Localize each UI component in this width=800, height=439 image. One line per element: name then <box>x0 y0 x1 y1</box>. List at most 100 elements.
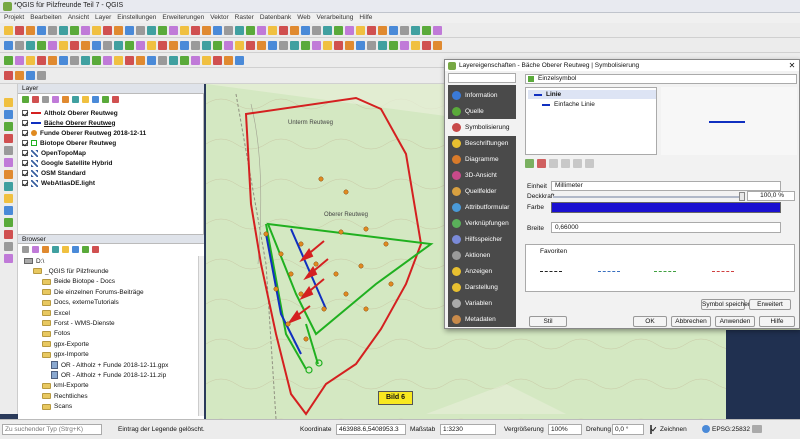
layer-visibility-checkbox[interactable] <box>22 140 28 146</box>
toolbar-tool-icon[interactable] <box>345 41 354 50</box>
crs-label[interactable]: EPSG:25832 <box>712 426 750 433</box>
toolbar-tool-icon[interactable] <box>70 56 79 65</box>
toolbar-tool-icon[interactable] <box>268 41 277 50</box>
layer-item[interactable]: Altholz Oberer Reutweg <box>22 108 118 118</box>
menu-einstellungen[interactable]: Einstellungen <box>117 13 156 23</box>
menu-bearbeiten[interactable]: Bearbeiten <box>30 13 61 23</box>
side-tool-icon[interactable] <box>4 158 13 167</box>
width-spinbox[interactable]: 0,66000 <box>551 222 781 233</box>
toolbar-tool-icon[interactable] <box>235 26 244 35</box>
toolbar-tool-icon[interactable] <box>59 26 68 35</box>
favorite-symbol[interactable] <box>540 271 562 272</box>
layer-visibility-checkbox[interactable] <box>22 130 28 136</box>
menu-verarbeitung[interactable]: Verarbeitung <box>317 13 354 23</box>
toolbar-tool-icon[interactable] <box>4 26 13 35</box>
layer-panel-tool-icon[interactable] <box>32 96 39 103</box>
apply-button[interactable]: Anwenden <box>715 316 755 327</box>
layer-item[interactable]: OSM Standard <box>22 168 86 178</box>
duplicate-icon[interactable] <box>561 159 570 168</box>
toolbar-tool-icon[interactable] <box>125 26 134 35</box>
toolbar-tool-icon[interactable] <box>81 56 90 65</box>
toolbar-tool-icon[interactable] <box>26 26 35 35</box>
toolbar-tool-icon[interactable] <box>70 41 79 50</box>
toolbar-tool-icon[interactable] <box>37 26 46 35</box>
layer-panel-tool-icon[interactable] <box>82 96 89 103</box>
toolbar-tool-icon[interactable] <box>389 41 398 50</box>
dialog-nav-information[interactable]: Information <box>448 87 516 104</box>
toolbar-tool-icon[interactable] <box>257 26 266 35</box>
toolbar-tool-icon[interactable] <box>279 41 288 50</box>
layer-panel-tool-icon[interactable] <box>112 96 119 103</box>
side-tool-icon[interactable] <box>4 218 13 227</box>
browser-item[interactable]: kml-Exporte <box>42 381 89 391</box>
toolbar-tool-icon[interactable] <box>81 26 90 35</box>
toolbar-tool-icon[interactable] <box>114 41 123 50</box>
favorite-symbol[interactable] <box>654 271 676 272</box>
toolbar-tool-icon[interactable] <box>92 41 101 50</box>
toolbar-tool-icon[interactable] <box>26 71 35 80</box>
dialog-nav-metadaten[interactable]: Metadaten <box>448 311 516 328</box>
menu-ansicht[interactable]: Ansicht <box>68 13 89 23</box>
side-tool-icon[interactable] <box>4 134 13 143</box>
style-button[interactable]: Stil <box>529 316 567 327</box>
toolbar-tool-icon[interactable] <box>257 41 266 50</box>
toolbar-tool-icon[interactable] <box>92 56 101 65</box>
toolbar-tool-icon[interactable] <box>224 41 233 50</box>
toolbar-tool-icon[interactable] <box>268 26 277 35</box>
dialog-nav-verkn-pfungen[interactable]: Verknüpfungen <box>448 215 516 232</box>
toolbar-tool-icon[interactable] <box>37 71 46 80</box>
toolbar-tool-icon[interactable] <box>246 41 255 50</box>
menu-layer[interactable]: Layer <box>95 13 111 23</box>
toolbar-tool-icon[interactable] <box>103 56 112 65</box>
toolbar-tool-icon[interactable] <box>400 26 409 35</box>
layer-panel-tool-icon[interactable] <box>22 96 29 103</box>
dialog-nav-quellfelder[interactable]: Quellfelder <box>448 183 516 200</box>
browser-item[interactable]: Docs, externeTutorials <box>42 298 119 308</box>
layer-item[interactable]: Funde Oberer Reutweg 2018-12-11 <box>22 128 146 138</box>
toolbar-tool-icon[interactable] <box>213 26 222 35</box>
toolbar-tool-icon[interactable] <box>301 41 310 50</box>
remove-symbol-layer-icon[interactable] <box>537 159 546 168</box>
layer-visibility-checkbox[interactable] <box>22 150 28 156</box>
toolbar-tool-icon[interactable] <box>202 26 211 35</box>
renderer-select[interactable]: Einzelsymbol <box>525 74 797 84</box>
toolbar-tool-icon[interactable] <box>169 26 178 35</box>
layer-panel-tool-icon[interactable] <box>102 96 109 103</box>
toolbar-tool-icon[interactable] <box>411 41 420 50</box>
side-tool-icon[interactable] <box>4 146 13 155</box>
opacity-spinbox[interactable]: 100,0 % <box>747 191 795 201</box>
dialog-search-input[interactable] <box>448 73 516 83</box>
layer-panel-tool-icon[interactable] <box>42 96 49 103</box>
side-tool-icon[interactable] <box>4 110 13 119</box>
toolbar-tool-icon[interactable] <box>422 41 431 50</box>
toolbar-tool-icon[interactable] <box>301 26 310 35</box>
toolbar-tool-icon[interactable] <box>70 26 79 35</box>
toolbar-tool-icon[interactable] <box>378 26 387 35</box>
toolbar-tool-icon[interactable] <box>213 41 222 50</box>
toolbar-tool-icon[interactable] <box>169 56 178 65</box>
toolbar-tool-icon[interactable] <box>323 41 332 50</box>
side-tool-icon[interactable] <box>4 98 13 107</box>
toolbar-tool-icon[interactable] <box>15 56 24 65</box>
browser-item[interactable]: Scans <box>42 402 72 412</box>
browser-item[interactable]: _QGIS für Pilzfreunde <box>33 266 109 276</box>
side-tool-icon[interactable] <box>4 230 13 239</box>
toolbar-tool-icon[interactable] <box>59 56 68 65</box>
toolbar-tool-icon[interactable] <box>191 41 200 50</box>
toolbar-tool-icon[interactable] <box>378 41 387 50</box>
color-button[interactable] <box>551 202 781 213</box>
toolbar-tool-icon[interactable] <box>15 71 24 80</box>
coordinate-field[interactable]: 463988.6,5408953.3 <box>336 424 406 435</box>
advanced-button[interactable]: Erweitert <box>749 299 791 310</box>
side-tool-icon[interactable] <box>4 170 13 179</box>
cancel-button[interactable]: Abbrechen <box>671 316 711 327</box>
toolbar-tool-icon[interactable] <box>48 26 57 35</box>
dialog-nav-symbolisierung[interactable]: Symbolisierung <box>448 119 516 136</box>
side-tool-icon[interactable] <box>4 122 13 131</box>
dialog-nav-attributformular[interactable]: Attributformular <box>448 199 516 216</box>
toolbar-tool-icon[interactable] <box>180 26 189 35</box>
browser-tool-icon[interactable] <box>62 246 69 253</box>
menu-projekt[interactable]: Projekt <box>4 13 24 23</box>
toolbar-tool-icon[interactable] <box>4 71 13 80</box>
layer-visibility-checkbox[interactable] <box>22 170 28 176</box>
